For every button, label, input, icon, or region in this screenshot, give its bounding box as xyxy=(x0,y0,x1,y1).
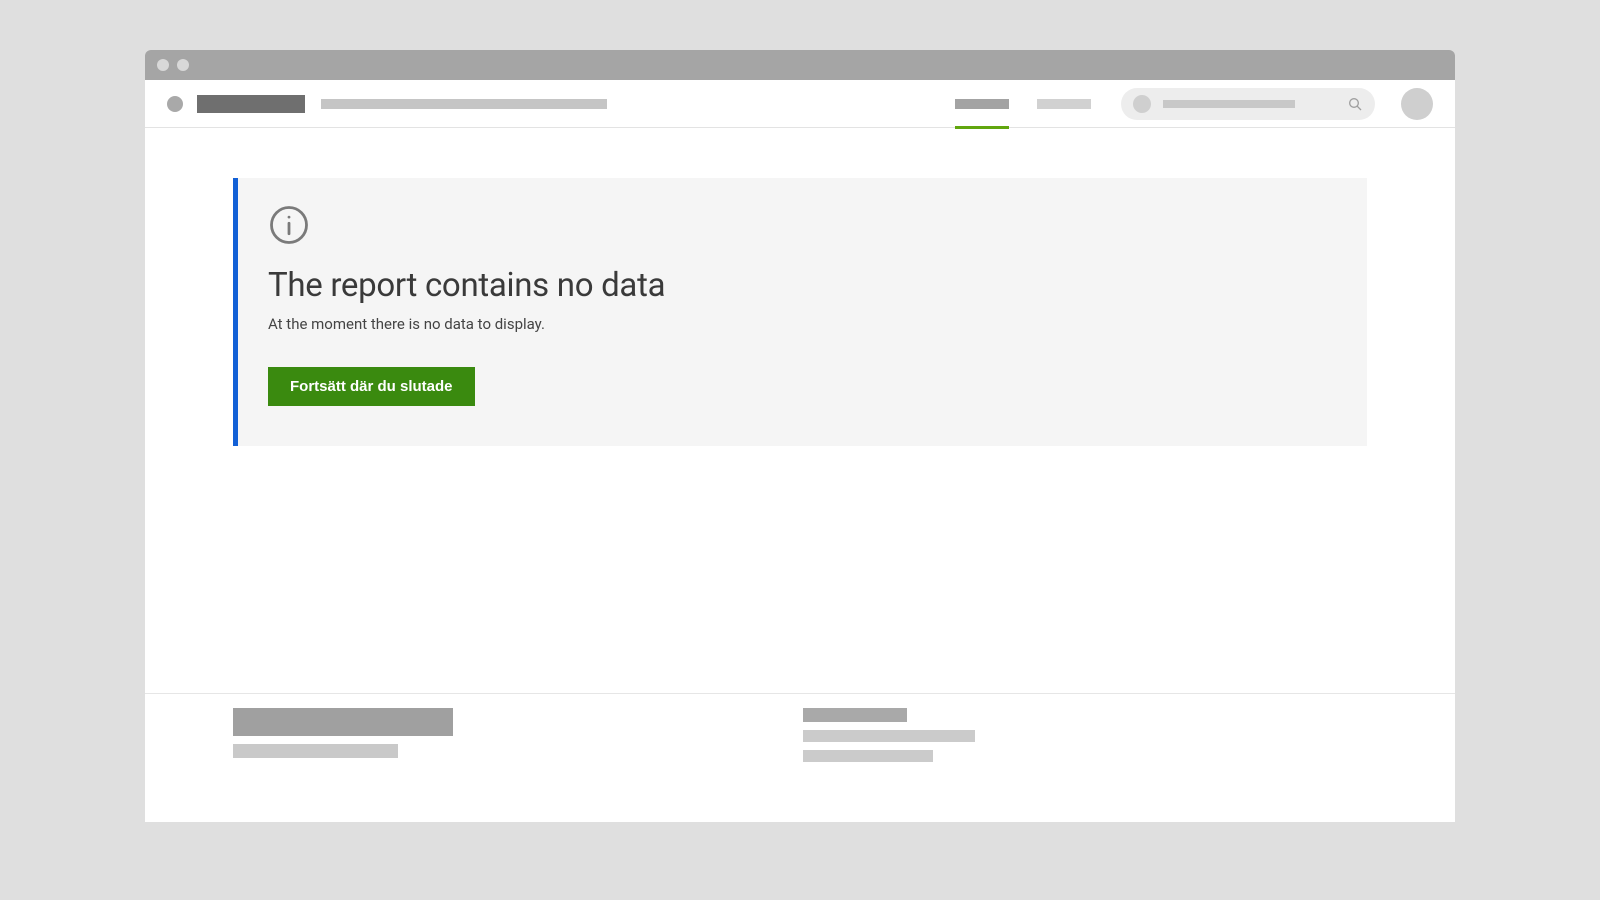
footer-column-right xyxy=(803,708,975,762)
app-header xyxy=(145,80,1455,128)
logo-icon[interactable] xyxy=(167,96,183,112)
nav-tab-active-label-placeholder xyxy=(955,99,1009,109)
window-control-close[interactable] xyxy=(157,59,169,71)
empty-state-panel: The report contains no data At the momen… xyxy=(233,178,1367,446)
user-avatar[interactable] xyxy=(1401,88,1433,120)
window-titlebar xyxy=(145,50,1455,80)
footer-heading-placeholder xyxy=(233,708,453,736)
nav-tab-active[interactable] xyxy=(955,80,1009,128)
search-icon[interactable] xyxy=(1347,96,1363,112)
footer-link-placeholder-2[interactable] xyxy=(803,730,975,742)
footer-column-left xyxy=(233,708,453,762)
footer-link-placeholder-3[interactable] xyxy=(803,750,933,762)
brand-name-placeholder[interactable] xyxy=(197,95,305,113)
nav-tab-secondary-placeholder[interactable] xyxy=(1037,99,1091,109)
search-avatar-icon xyxy=(1133,95,1151,113)
search-field[interactable] xyxy=(1121,88,1375,120)
footer-link-placeholder-1[interactable] xyxy=(803,708,907,722)
main-content: The report contains no data At the momen… xyxy=(145,128,1455,694)
info-icon xyxy=(268,204,1337,246)
window-control-minimize[interactable] xyxy=(177,59,189,71)
search-placeholder-text xyxy=(1163,100,1295,108)
empty-state-title: The report contains no data xyxy=(268,266,1337,305)
primary-nav-placeholder[interactable] xyxy=(321,99,607,109)
empty-state-subtitle: At the moment there is no data to displa… xyxy=(268,315,1337,333)
browser-window: The report contains no data At the momen… xyxy=(145,50,1455,822)
continue-button[interactable]: Fortsätt där du slutade xyxy=(268,367,475,406)
footer xyxy=(145,694,1455,822)
footer-text-placeholder xyxy=(233,744,398,758)
